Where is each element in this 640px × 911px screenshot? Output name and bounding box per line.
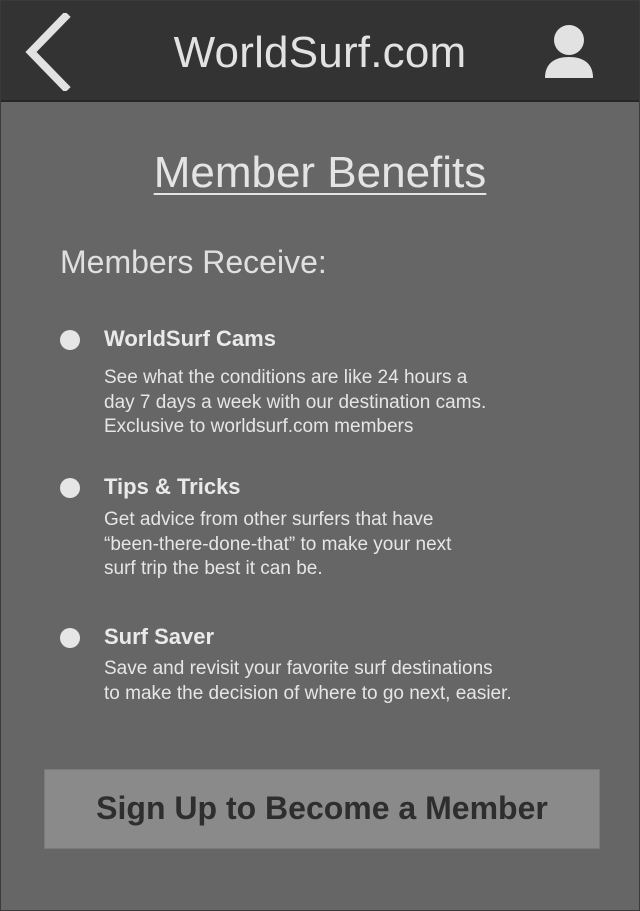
benefit-description-line: Save and revisit your favorite surf dest… (104, 658, 493, 679)
members-receive-heading: Members Receive: (60, 244, 327, 280)
page-title: Member Benefits (1, 144, 639, 202)
sign-up-button[interactable]: Sign Up to Become a Member (44, 769, 600, 849)
benefit-description: Save and revisit your favorite surf dest… (104, 657, 574, 706)
benefit-description-line: Get advice from other surfers that have (104, 509, 434, 530)
benefit-description: See what the conditions are like 24 hour… (104, 366, 574, 440)
benefit-title: Tips & Tricks (104, 474, 241, 499)
benefit-description: Get advice from other surfers that have … (104, 508, 574, 582)
benefit-description-line: See what the conditions are like 24 hour… (104, 367, 468, 388)
bullet-icon (60, 330, 80, 350)
benefit-title: WorldSurf Cams (104, 326, 276, 351)
benefit-description-line: day 7 days a week with our destination c… (104, 391, 487, 413)
benefit-title: Surf Saver (104, 624, 215, 649)
bullet-icon (60, 478, 80, 498)
benefit-description-line: “been-there-done-that” to make your next (104, 533, 452, 555)
user-icon (545, 25, 593, 78)
benefit-description-line: surf trip the best it can be. (104, 558, 323, 579)
bullet-icon (60, 628, 80, 648)
benefit-description-line: Exclusive to worldsurf.com members (104, 416, 414, 437)
profile-button[interactable] (539, 21, 599, 83)
page-title-text: Member Benefits (153, 148, 487, 197)
top-nav-bar: WorldSurf.com (1, 1, 639, 102)
app-frame: WorldSurf.com Member Benefits Members Re… (0, 0, 640, 911)
benefit-description-line: to make the decision of where to go next… (104, 682, 512, 704)
